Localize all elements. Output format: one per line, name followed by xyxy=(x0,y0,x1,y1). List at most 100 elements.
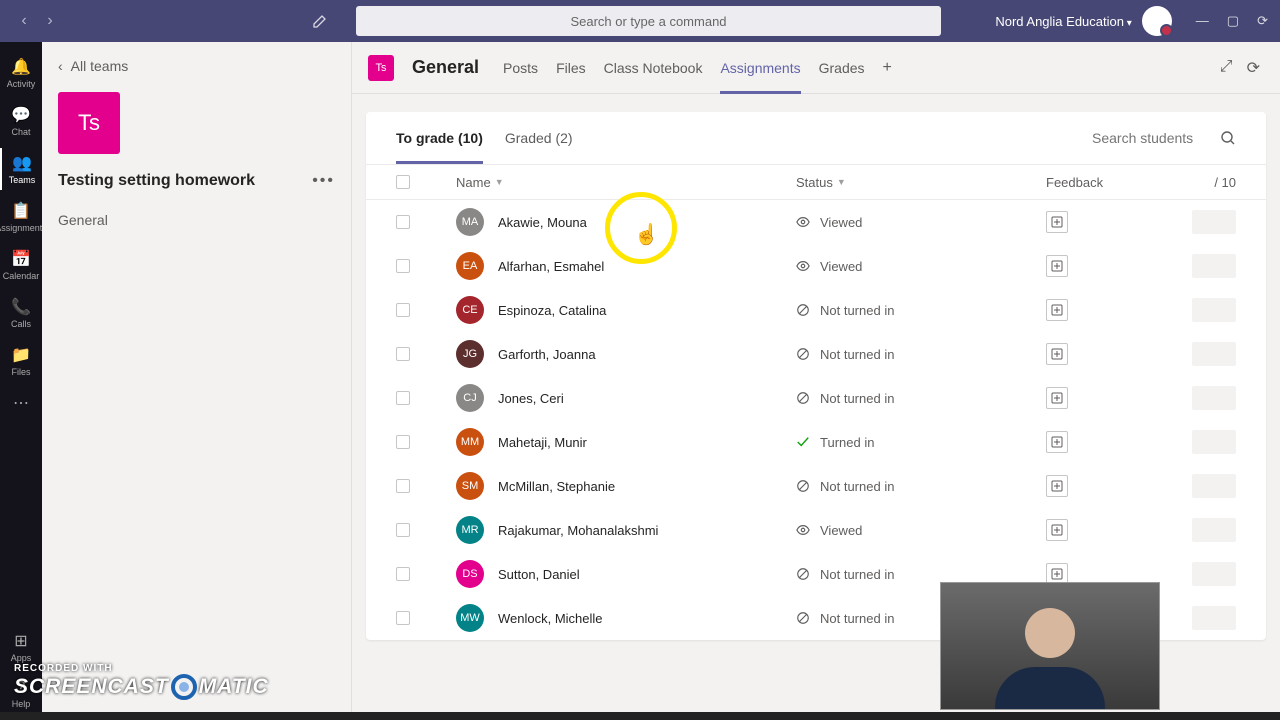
score-input[interactable] xyxy=(1192,430,1236,454)
score-input[interactable] xyxy=(1192,342,1236,366)
close-icon[interactable]: ⟳ xyxy=(1257,13,1268,29)
row-checkbox[interactable] xyxy=(396,435,410,449)
tab-class-notebook[interactable]: Class Notebook xyxy=(604,42,703,93)
all-teams-label: All teams xyxy=(71,58,129,74)
row-checkbox[interactable] xyxy=(396,303,410,317)
channel-item[interactable]: General xyxy=(58,204,335,236)
search-students-input[interactable] xyxy=(1092,130,1212,146)
row-checkbox[interactable] xyxy=(396,523,410,537)
status-cell: Viewed xyxy=(796,259,1046,274)
status-label: Viewed xyxy=(820,259,862,274)
student-name: Akawie, Mouna xyxy=(498,215,587,230)
feedback-cell xyxy=(1046,343,1176,365)
add-feedback-button[interactable] xyxy=(1046,387,1068,409)
tab-files[interactable]: Files xyxy=(556,42,586,93)
tab-posts[interactable]: Posts xyxy=(503,42,538,93)
student-row[interactable]: CJ Jones, Ceri Not turned in xyxy=(366,376,1266,420)
team-tile[interactable]: Ts xyxy=(58,92,120,154)
sub-tab-graded[interactable]: Graded (2) xyxy=(505,112,573,164)
rail-icon: 🔔 xyxy=(11,57,31,77)
expand-icon[interactable]: ⤢ xyxy=(1220,58,1233,78)
score-input[interactable] xyxy=(1192,386,1236,410)
student-avatar: CJ xyxy=(456,384,484,412)
student-avatar: MA xyxy=(456,208,484,236)
col-header-name[interactable]: Name▼ xyxy=(428,175,796,190)
score-input[interactable] xyxy=(1192,210,1236,234)
score-input[interactable] xyxy=(1192,254,1236,278)
not_turned_in-icon xyxy=(796,479,810,493)
rail-item-calendar[interactable]: 📅Calendar xyxy=(0,244,42,286)
not_turned_in-icon xyxy=(796,611,810,625)
status-label: Turned in xyxy=(820,435,874,450)
team-more-icon[interactable]: ••• xyxy=(312,172,335,190)
org-switcher[interactable]: Nord Anglia Education xyxy=(995,14,1131,29)
status-label: Not turned in xyxy=(820,611,894,626)
viewed-icon xyxy=(796,523,810,537)
student-avatar: SM xyxy=(456,472,484,500)
score-input[interactable] xyxy=(1192,298,1236,322)
col-header-status[interactable]: Status▼ xyxy=(796,175,1046,190)
add-feedback-button[interactable] xyxy=(1046,475,1068,497)
student-row[interactable]: MR Rajakumar, Mohanalakshmi Viewed xyxy=(366,508,1266,552)
rail-item-assignments[interactable]: 📋Assignments xyxy=(0,196,42,238)
student-row[interactable]: MA Akawie, Mouna Viewed xyxy=(366,200,1266,244)
all-teams-link[interactable]: ‹ All teams xyxy=(58,58,335,74)
score-input[interactable] xyxy=(1192,562,1236,586)
rail-item-files[interactable]: 📁Files xyxy=(0,340,42,382)
search-icon[interactable] xyxy=(1220,130,1236,146)
add-feedback-button[interactable] xyxy=(1046,431,1068,453)
student-row[interactable]: CE Espinoza, Catalina Not turned in xyxy=(366,288,1266,332)
tab-grades[interactable]: Grades xyxy=(819,42,865,93)
nav-back-icon[interactable]: ‹ xyxy=(12,9,36,33)
minimize-icon[interactable]: — xyxy=(1196,13,1209,29)
row-checkbox[interactable] xyxy=(396,567,410,581)
sort-icon: ▼ xyxy=(495,177,504,187)
score-input[interactable] xyxy=(1192,474,1236,498)
col-header-score: / 10 xyxy=(1176,175,1236,190)
row-checkbox[interactable] xyxy=(396,391,410,405)
refresh-icon[interactable]: ⟳ xyxy=(1247,58,1260,78)
add-feedback-button[interactable] xyxy=(1046,211,1068,233)
select-all-checkbox[interactable] xyxy=(396,175,410,189)
add-tab-icon[interactable]: + xyxy=(883,59,892,77)
not_turned_in-icon xyxy=(796,347,810,361)
score-input[interactable] xyxy=(1192,518,1236,542)
student-name: Wenlock, Michelle xyxy=(498,611,603,626)
add-feedback-button[interactable] xyxy=(1046,343,1068,365)
nav-forward-icon[interactable]: › xyxy=(38,9,62,33)
add-feedback-button[interactable] xyxy=(1046,255,1068,277)
status-cell: Viewed xyxy=(796,215,1046,230)
row-checkbox[interactable] xyxy=(396,479,410,493)
search-input[interactable]: Search or type a command xyxy=(356,6,941,36)
rail-item-more[interactable]: ⋯ xyxy=(0,388,42,418)
rail-item-calls[interactable]: 📞Calls xyxy=(0,292,42,334)
row-checkbox[interactable] xyxy=(396,347,410,361)
student-name: Mahetaji, Munir xyxy=(498,435,587,450)
rail-item-chat[interactable]: 💬Chat xyxy=(0,100,42,142)
sub-tab-to-grade[interactable]: To grade (10) xyxy=(396,112,483,164)
student-avatar: JG xyxy=(456,340,484,368)
student-row[interactable]: SM McMillan, Stephanie Not turned in xyxy=(366,464,1266,508)
add-feedback-button[interactable] xyxy=(1046,519,1068,541)
status-cell: Not turned in xyxy=(796,567,1046,582)
channel-name: General xyxy=(412,57,479,78)
student-name: Rajakumar, Mohanalakshmi xyxy=(498,523,658,538)
recorder-watermark: RECORDED WITH SCREENCAST MATIC xyxy=(14,663,269,700)
rail-item-teams[interactable]: 👥Teams xyxy=(0,148,42,190)
student-row[interactable]: JG Garforth, Joanna Not turned in xyxy=(366,332,1266,376)
status-cell: Not turned in xyxy=(796,479,1046,494)
maximize-icon[interactable]: ▢ xyxy=(1227,13,1239,29)
compose-icon[interactable] xyxy=(312,13,332,29)
student-row[interactable]: MM Mahetaji, Munir Turned in xyxy=(366,420,1266,464)
rail-item-activity[interactable]: 🔔Activity xyxy=(0,52,42,94)
score-input[interactable] xyxy=(1192,606,1236,630)
row-checkbox[interactable] xyxy=(396,215,410,229)
rail-item-apps[interactable]: ⊞Apps xyxy=(0,626,42,668)
student-row[interactable]: EA Alfarhan, Esmahel Viewed xyxy=(366,244,1266,288)
user-avatar[interactable] xyxy=(1142,6,1172,36)
row-checkbox[interactable] xyxy=(396,611,410,625)
row-checkbox[interactable] xyxy=(396,259,410,273)
tab-assignments[interactable]: Assignments xyxy=(720,42,800,93)
add-feedback-button[interactable] xyxy=(1046,299,1068,321)
rail-icon: 📞 xyxy=(11,297,31,317)
